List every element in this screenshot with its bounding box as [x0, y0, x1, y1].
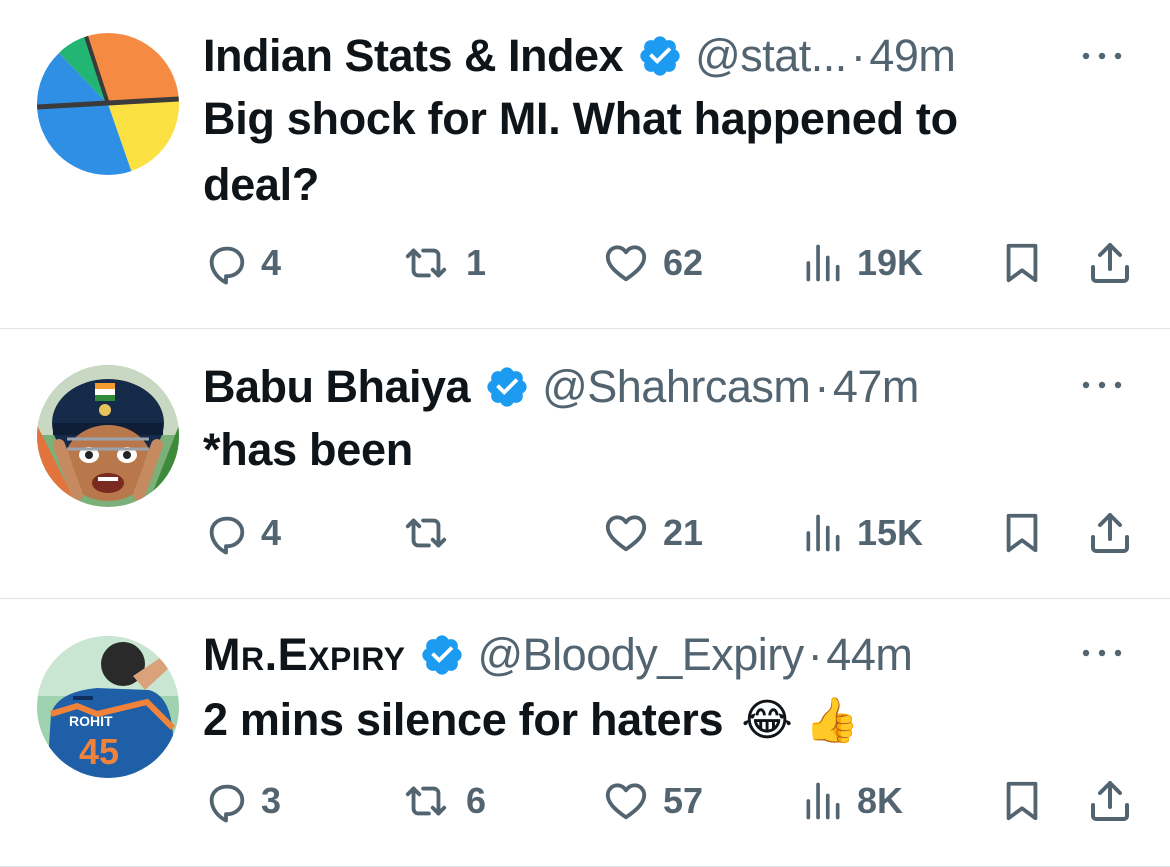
- tweet-text: Big shock for MI. What happened to deal?: [203, 86, 1050, 218]
- views-button[interactable]: 19K: [801, 238, 923, 288]
- like-icon: [601, 510, 651, 556]
- display-name[interactable]: Indian Stats & Index: [203, 30, 624, 82]
- reply-button[interactable]: 4: [203, 238, 281, 288]
- tweet-header: Mr.Expiry @Bloody_Expiry · 44m: [203, 627, 1080, 683]
- tweet-text: 2 mins silence for haters 😂 👍: [203, 687, 1050, 754]
- username-handle[interactable]: @stat...: [695, 30, 847, 82]
- bookmark-button[interactable]: [999, 508, 1045, 558]
- tweet-text-content: *has been: [203, 424, 413, 475]
- tweet-header: Indian Stats & Index @stat... · 49m: [203, 28, 1080, 84]
- more-icon[interactable]: [1078, 46, 1126, 66]
- action-bar: 4 1 62 19K: [203, 238, 1134, 288]
- more-icon[interactable]: [1078, 643, 1126, 663]
- tweet-text: *has been: [203, 417, 1050, 483]
- like-button[interactable]: 21: [601, 508, 703, 558]
- timestamp[interactable]: 49m: [869, 30, 956, 82]
- username-handle[interactable]: @Bloody_Expiry: [477, 629, 803, 681]
- verified-badge-icon: [419, 632, 465, 678]
- display-name[interactable]: Mr.Expiry: [203, 629, 405, 681]
- retweet-icon: [398, 778, 454, 824]
- reply-icon: [203, 778, 249, 824]
- tweet-2[interactable]: Babu Bhaiya @Shahrcasm · 47m *has been 4…: [0, 329, 1170, 599]
- tweet-1[interactable]: Indian Stats & Index @stat... · 49m Big …: [0, 0, 1170, 329]
- retweet-button[interactable]: [398, 508, 466, 558]
- reply-icon: [203, 510, 249, 556]
- like-button[interactable]: 57: [601, 776, 703, 826]
- avatar[interactable]: ROHIT 45: [37, 636, 179, 778]
- like-button[interactable]: 62: [601, 238, 703, 288]
- reply-button[interactable]: 3: [203, 776, 281, 826]
- reply-button[interactable]: 4: [203, 508, 281, 558]
- retweet-icon: [398, 510, 454, 556]
- display-name[interactable]: Babu Bhaiya: [203, 361, 471, 413]
- reply-icon: [203, 240, 249, 286]
- views-count: 8K: [857, 780, 904, 821]
- share-button[interactable]: [1085, 238, 1135, 288]
- timestamp[interactable]: 44m: [826, 629, 913, 681]
- like-count: 21: [663, 512, 704, 553]
- like-icon: [601, 778, 651, 824]
- separator-dot: ·: [850, 30, 866, 81]
- tweet-text-content: 2 mins silence for haters: [203, 694, 724, 745]
- views-button[interactable]: 15K: [801, 508, 923, 558]
- more-icon[interactable]: [1078, 375, 1126, 395]
- tweet-text-content: Big shock for MI. What happened to deal?: [203, 93, 958, 210]
- views-count: 15K: [857, 512, 924, 553]
- share-icon: [1085, 509, 1135, 557]
- share-button[interactable]: [1085, 776, 1135, 826]
- retweet-button[interactable]: 6: [398, 776, 486, 826]
- avatar[interactable]: [37, 365, 179, 507]
- tweet-header: Babu Bhaiya @Shahrcasm · 47m: [203, 359, 1080, 415]
- cricket-helmet-face-avatar-icon: [37, 365, 179, 507]
- tweet-3[interactable]: ROHIT 45 Mr.Expiry @Bloody_Expiry · 44m …: [0, 599, 1170, 867]
- retweet-button[interactable]: 1: [398, 238, 486, 288]
- reply-count: 4: [261, 242, 282, 283]
- separator-dot: ·: [807, 629, 823, 680]
- action-bar: 3 6 57 8K: [203, 776, 1134, 826]
- avatar[interactable]: [37, 33, 179, 175]
- bookmark-icon: [999, 240, 1045, 286]
- bookmark-button[interactable]: [999, 776, 1045, 826]
- bookmark-button[interactable]: [999, 238, 1045, 288]
- reply-count: 3: [261, 780, 282, 821]
- share-button[interactable]: [1085, 508, 1135, 558]
- retweet-count: 1: [466, 242, 487, 283]
- bookmark-icon: [999, 778, 1045, 824]
- emoji-laugh-thumbs-up: 😂 👍: [741, 696, 859, 745]
- share-icon: [1085, 777, 1135, 825]
- verified-badge-icon: [637, 33, 683, 79]
- reply-count: 4: [261, 512, 282, 553]
- cricket-jersey-avatar-icon: ROHIT 45: [37, 636, 179, 778]
- action-bar: 4 21 15K: [203, 508, 1134, 558]
- views-icon: [801, 511, 845, 555]
- views-count: 19K: [857, 242, 924, 283]
- timestamp[interactable]: 47m: [833, 361, 920, 413]
- separator-dot: ·: [814, 361, 829, 412]
- username-handle[interactable]: @Shahrcasm: [542, 361, 810, 413]
- pie-chart-avatar-icon: [37, 33, 179, 175]
- like-count: 57: [663, 780, 704, 821]
- verified-badge-icon: [484, 364, 530, 410]
- like-count: 62: [663, 242, 704, 283]
- like-icon: [601, 240, 651, 286]
- views-icon: [801, 779, 845, 823]
- jersey-number: 45: [79, 731, 119, 772]
- share-icon: [1085, 239, 1135, 287]
- jersey-name: ROHIT: [69, 713, 113, 729]
- views-icon: [801, 241, 845, 285]
- retweet-count: 6: [466, 780, 487, 821]
- views-button[interactable]: 8K: [801, 776, 903, 826]
- bookmark-icon: [999, 510, 1045, 556]
- retweet-icon: [398, 240, 454, 286]
